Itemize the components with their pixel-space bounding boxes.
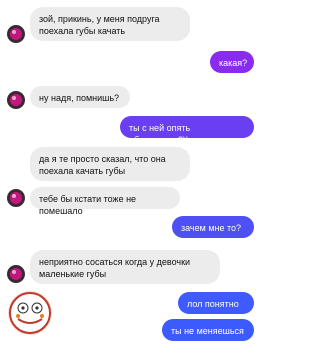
avatar-icon: [7, 91, 25, 109]
message-incoming[interactable]: ну надя, помнишь?: [30, 86, 130, 108]
message-incoming[interactable]: тебе бы кстати тоже не помешало: [30, 187, 180, 216]
contact-avatar[interactable]: [7, 91, 25, 109]
contact-avatar[interactable]: [7, 25, 25, 43]
message-incoming[interactable]: да я те просто сказал, что она поехала к…: [30, 147, 190, 181]
avatar-icon: [7, 25, 25, 43]
sticker-image[interactable]: [8, 291, 52, 335]
contact-avatar[interactable]: [7, 265, 25, 283]
sticker-icon: [8, 291, 52, 335]
message-outgoing[interactable]: какая?: [210, 51, 254, 73]
avatar-icon: [7, 189, 25, 207]
chat-thread: зой, прикинь, у меня подруга поехала губ…: [0, 0, 260, 347]
avatar-icon: [7, 265, 25, 283]
message-outgoing[interactable]: лол понятно: [178, 292, 254, 314]
message-incoming[interactable]: неприятно сосаться когда у девочки мален…: [30, 250, 220, 284]
contact-avatar[interactable]: [7, 189, 25, 207]
message-incoming[interactable]: зой, прикинь, у меня подруга поехала губ…: [30, 7, 190, 41]
message-outgoing[interactable]: ты с ней опять общаешься?)): [120, 116, 254, 145]
message-outgoing[interactable]: зачем мне то?: [172, 216, 254, 238]
message-outgoing[interactable]: ты не меняешься: [162, 319, 254, 341]
